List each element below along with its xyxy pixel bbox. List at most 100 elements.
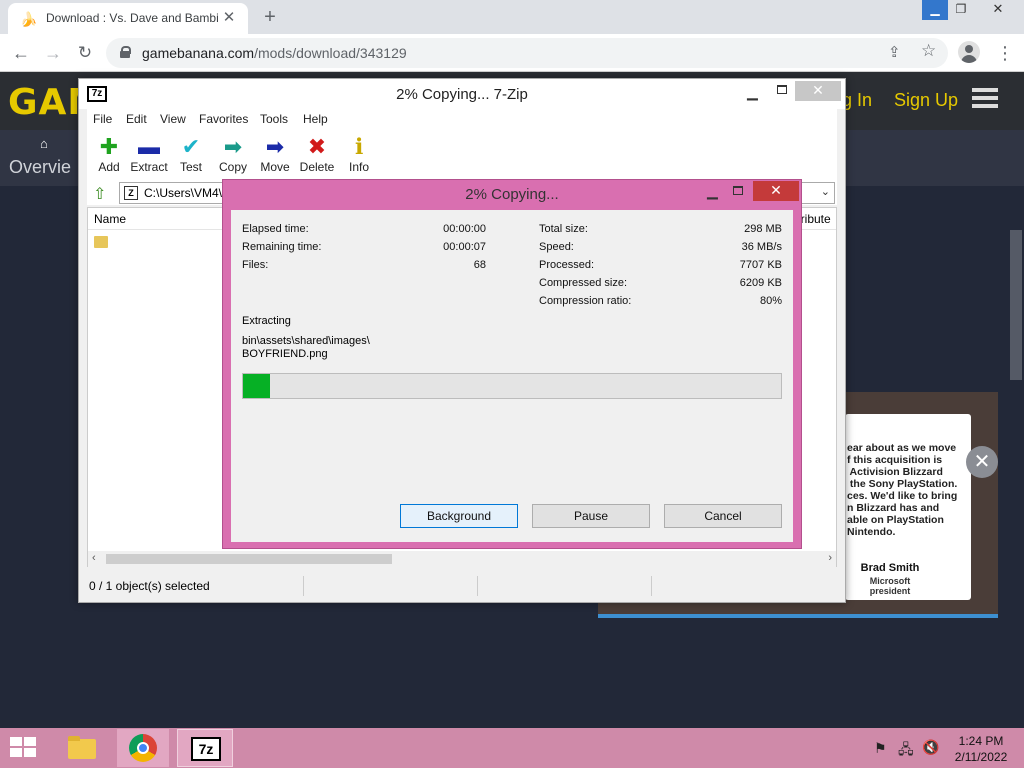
video-progress-bar[interactable] (598, 614, 998, 618)
address-bar[interactable]: gamebanana.com/mods/download/343129 ⇪ ☆ (106, 38, 948, 68)
info-button[interactable]: ℹ Info (337, 134, 381, 178)
column-header-name[interactable]: Name (94, 212, 126, 226)
test-button[interactable]: ✔ Test (169, 134, 213, 178)
url-text[interactable]: gamebanana.com/mods/download/343129 (142, 45, 407, 61)
scroll-left-icon[interactable]: ‹ (92, 552, 96, 564)
current-file-path: bin\assets\shared\images\ (242, 335, 370, 347)
status-separator (651, 576, 652, 596)
test-label: Test (179, 160, 202, 174)
menu-help[interactable]: Help (303, 112, 328, 126)
scroll-right-icon[interactable]: › (828, 552, 832, 564)
menu-edit[interactable]: Edit (126, 112, 147, 126)
7zip-minimize-button[interactable]: ▁ (747, 84, 758, 101)
folder-up-icon[interactable]: ⇧ (93, 184, 106, 204)
status-separator (303, 576, 304, 596)
page-scrollbar[interactable] (1010, 230, 1022, 380)
file-explorer-taskbar-icon[interactable] (62, 731, 102, 765)
taskbar: 7z ⚑ 🖧 🔇 1:24 PM 2/11/2022 (0, 728, 1024, 768)
menu-tools[interactable]: Tools (260, 112, 288, 126)
browser-menu-icon[interactable]: ⋮ (996, 40, 1014, 66)
volume-muted-icon[interactable]: 🔇 (922, 739, 939, 756)
7zip-close-button[interactable]: ✕ (795, 81, 841, 101)
horizontal-scrollbar[interactable]: ‹ › (88, 551, 836, 567)
url-path: /mods/download/343129 (254, 45, 407, 61)
status-separator (477, 576, 478, 596)
compressed-size-label: Compressed size: (539, 277, 628, 289)
copy-arrow-icon: ➡ (223, 134, 243, 159)
chevron-down-icon[interactable]: ⌄ (821, 185, 830, 198)
7zip-toolbar: ✚ Add ▬ Extract ✔ Test ➡ Copy ➡ Move ✖ Delete … (87, 131, 837, 181)
windows-start-icon[interactable] (10, 737, 38, 759)
path-text: C:\Users\VM4\ (144, 186, 223, 200)
delete-label: Delete (299, 160, 335, 174)
delete-button[interactable]: ✖ Delete (295, 134, 339, 178)
dialog-minimize-button[interactable]: ▁ (707, 183, 718, 200)
remaining-value: 00:00:07 (443, 241, 486, 253)
add-label: Add (98, 160, 120, 174)
clock-date[interactable]: 2/11/2022 (944, 750, 1018, 764)
7zip-titlebar[interactable]: 7z 2% Copying... 7-Zip ▁ ✕ (79, 79, 845, 109)
info-icon: ℹ (354, 134, 364, 159)
speed-label: Speed: (539, 241, 574, 253)
extract-button[interactable]: ▬ Extract (127, 134, 171, 178)
network-icon[interactable]: 🖧 (898, 739, 914, 763)
reload-button[interactable]: ↻ (72, 40, 98, 66)
selection-status: 0 / 1 object(s) selected (89, 579, 210, 593)
copy-progress-dialog: 2% Copying... ▁ ✕ Elapsed time: 00:00:00… (222, 179, 802, 549)
add-button[interactable]: ✚ Add (87, 134, 131, 178)
background-button[interactable]: Background (400, 504, 518, 528)
home-icon[interactable]: ⌂ (40, 136, 48, 151)
back-button[interactable]: ← (8, 40, 34, 66)
elapsed-label: Elapsed time: (242, 223, 309, 235)
7zip-taskbar-icon[interactable]: 7z (177, 729, 233, 767)
browser-tabstrip: 🍌 Download : Vs. Dave and Bambi ✕ + ▁ ❐ … (0, 0, 1024, 34)
info-label: Info (348, 160, 369, 174)
window-maximize-button[interactable]: ❐ (948, 0, 974, 20)
clock-time[interactable]: 1:24 PM (944, 734, 1018, 748)
chrome-taskbar-icon[interactable] (117, 729, 169, 767)
compression-ratio-label: Compression ratio: (539, 295, 632, 307)
move-arrow-icon: ➡ (265, 134, 285, 159)
overview-tab[interactable]: Overvie (9, 157, 71, 178)
cancel-button[interactable]: Cancel (664, 504, 782, 528)
signup-link[interactable]: Sign Up (894, 90, 958, 111)
hamburger-menu-icon[interactable] (972, 88, 998, 112)
window-minimize-button[interactable]: ▁ (922, 0, 948, 20)
dialog-close-button[interactable]: ✕ (753, 181, 799, 201)
action-center-flag-icon[interactable]: ⚑ (874, 740, 887, 757)
menu-favorites[interactable]: Favorites (199, 112, 248, 126)
forward-button[interactable]: → (40, 40, 66, 66)
files-value: 68 (473, 259, 486, 271)
folder-icon[interactable] (94, 236, 108, 248)
processed-value: 7707 KB (739, 259, 782, 271)
profile-avatar-icon[interactable] (958, 41, 980, 63)
pause-button[interactable]: Pause (532, 504, 650, 528)
banana-favicon-icon: 🍌 (20, 11, 38, 27)
compression-ratio-value: 80% (759, 295, 782, 307)
move-button[interactable]: ➡ Move (253, 134, 297, 178)
browser-toolbar: ← → ↻ gamebanana.com/mods/download/34312… (0, 34, 1024, 72)
move-label: Move (260, 160, 290, 174)
video-close-icon[interactable]: ✕ (966, 446, 998, 478)
dialog-maximize-button[interactable] (733, 186, 743, 195)
copy-button[interactable]: ➡ Copy (211, 134, 255, 178)
minus-icon: ▬ (138, 134, 160, 159)
browser-tab[interactable]: 🍌 Download : Vs. Dave and Bambi ✕ (8, 3, 248, 34)
7zip-maximize-button[interactable] (777, 85, 787, 94)
menu-file[interactable]: File (93, 112, 112, 126)
scroll-thumb[interactable] (106, 554, 392, 564)
window-close-button[interactable]: ✕ (974, 0, 1022, 20)
menu-view[interactable]: View (160, 112, 186, 126)
bookmark-star-icon[interactable]: ☆ (921, 41, 936, 61)
tab-close-icon[interactable]: ✕ (220, 9, 238, 27)
share-icon[interactable]: ⇪ (888, 43, 901, 61)
files-label: Files: (242, 259, 269, 271)
archive-icon: Z (124, 186, 138, 200)
new-tab-button[interactable]: + (258, 6, 282, 30)
copy-label: Copy (218, 160, 247, 174)
quote-author: Brad Smith (860, 562, 920, 574)
remaining-label: Remaining time: (242, 241, 322, 253)
lock-icon[interactable] (120, 46, 131, 58)
total-size-label: Total size: (539, 223, 588, 235)
plus-icon: ✚ (99, 134, 119, 159)
